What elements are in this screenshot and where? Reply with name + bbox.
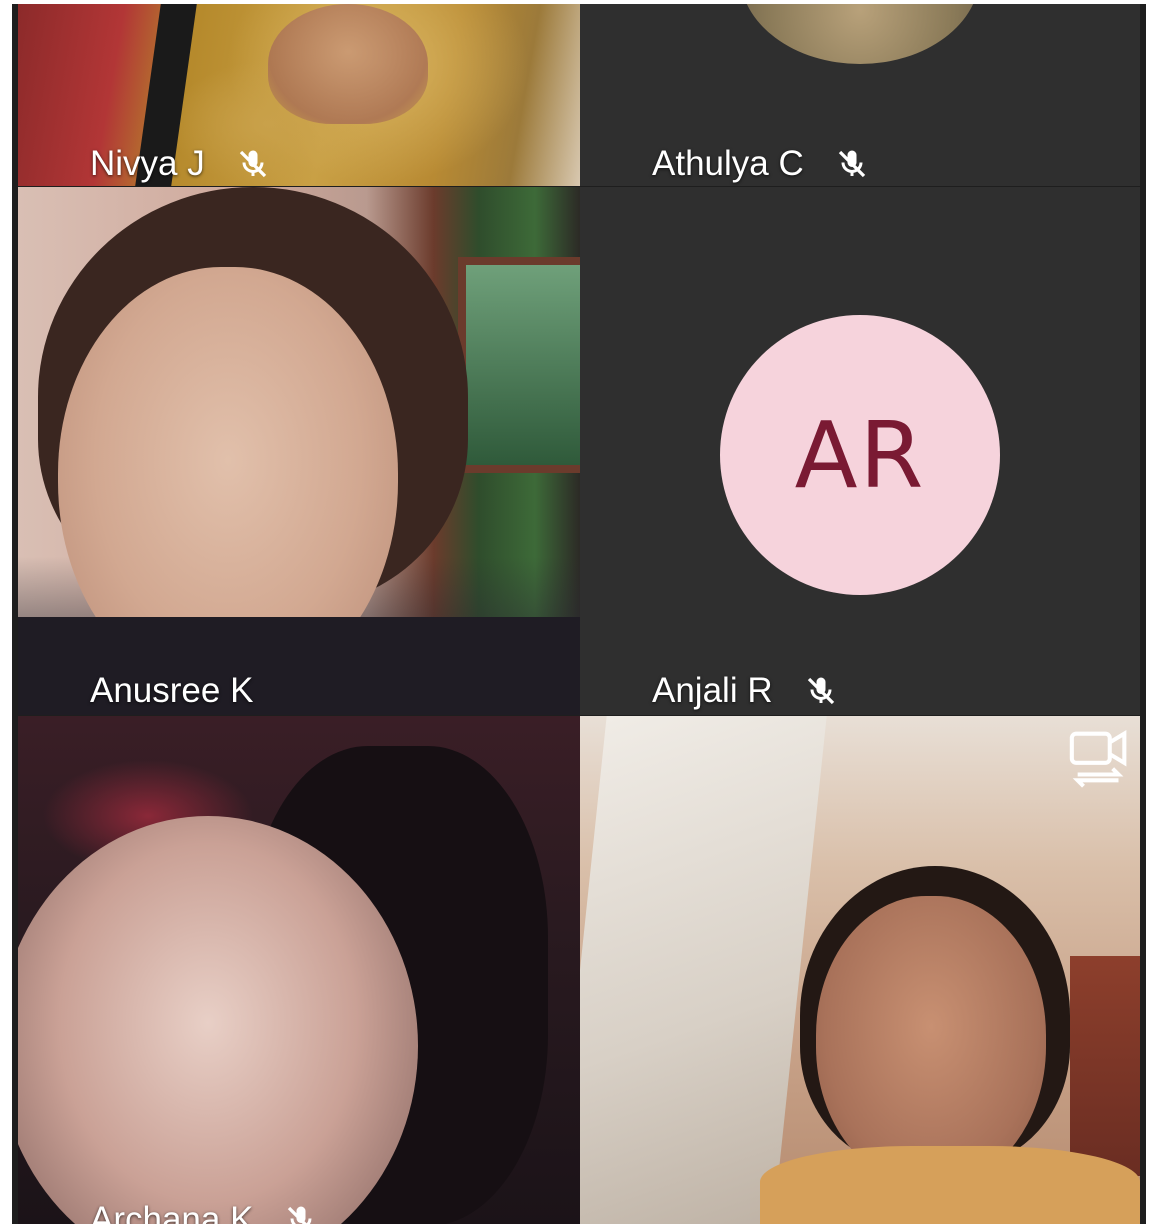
participant-label: Archana K	[90, 1200, 319, 1224]
participant-grid: Nivya J Athulya C Anusree K AR Anjali R …	[12, 4, 1146, 1224]
video-detail	[458, 257, 580, 473]
switch-camera-icon[interactable]	[1066, 722, 1136, 792]
participant-label: Nivya J	[90, 144, 271, 184]
participant-name: Anjali R	[652, 671, 773, 710]
participant-tile-anusree[interactable]: Anusree K	[18, 187, 580, 715]
participant-label: Athulya C	[652, 144, 870, 184]
participant-name: Nivya J	[90, 144, 205, 183]
participant-tile-nivya[interactable]: Nivya J	[18, 4, 580, 186]
meeting-window: Nivya J Athulya C Anusree K AR Anjali R …	[0, 0, 1161, 1224]
participant-name: Anusree K	[90, 671, 254, 710]
video-detail	[268, 4, 428, 124]
participant-label: Anjali R	[652, 671, 839, 711]
participant-name: Athulya C	[652, 144, 804, 183]
participant-tile-athulya[interactable]: Athulya C	[580, 4, 1140, 186]
mic-off-icon	[838, 150, 865, 178]
avatar-initials: AR	[794, 401, 926, 509]
participant-name: Archana K	[90, 1200, 254, 1224]
participant-label: Anusree K	[90, 671, 253, 711]
video-detail	[816, 896, 1046, 1186]
video-detail	[760, 1146, 1140, 1224]
mic-off-icon	[239, 150, 266, 178]
avatar: AR	[720, 315, 1000, 595]
mic-off-icon	[807, 677, 834, 705]
participant-tile-archana[interactable]: Archana K	[18, 716, 580, 1224]
mic-off-icon	[288, 1206, 312, 1224]
participant-tile-anjali[interactable]: AR Anjali R	[580, 187, 1140, 715]
participant-tile-self[interactable]	[580, 716, 1140, 1224]
video-detail	[1070, 956, 1140, 1176]
